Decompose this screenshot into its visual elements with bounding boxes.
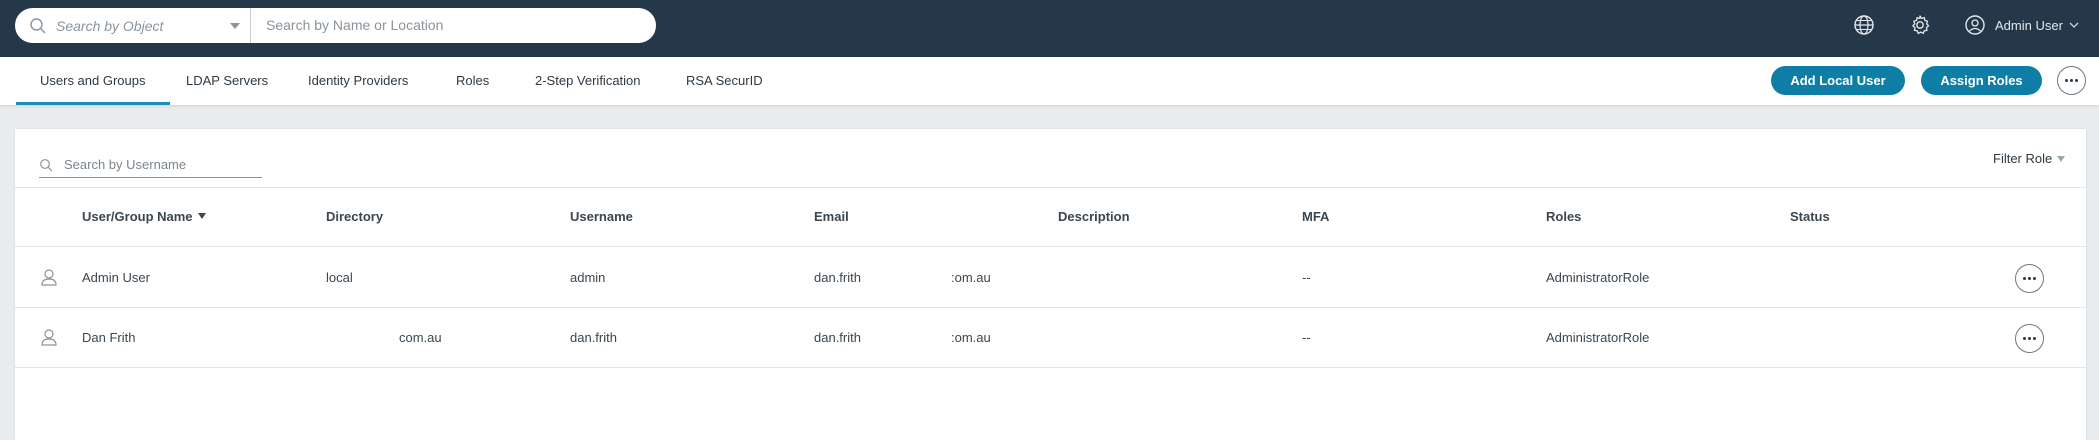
row-email-user: dan.frith: [814, 330, 861, 345]
sort-desc-icon: [197, 213, 206, 219]
column-header-roles[interactable]: Roles: [1546, 209, 1581, 224]
table-row[interactable]: Dan Frith com.au dan.frith dan.frith :om…: [15, 308, 2086, 368]
username-search: [39, 157, 262, 178]
tab-2-step-verification[interactable]: 2-Step Verification: [535, 57, 641, 105]
row-more-button[interactable]: [2015, 264, 2044, 293]
more-actions-button[interactable]: [2057, 66, 2086, 95]
column-header-directory[interactable]: Directory: [326, 209, 383, 224]
search-location-input[interactable]: [266, 16, 656, 33]
user-circle-icon: [1965, 15, 1985, 35]
username-search-input[interactable]: [64, 157, 259, 172]
caret-down-icon: [230, 23, 240, 29]
more-icon-dot: [2028, 277, 2031, 280]
more-icon-dot: [2033, 337, 2036, 340]
more-icon: [2065, 79, 2068, 82]
row-directory: local: [326, 270, 353, 285]
chevron-down-icon: [2069, 22, 2079, 28]
global-search-bar: Search by Object: [15, 8, 656, 43]
search-object-dropdown[interactable]: Search by Object: [15, 8, 251, 43]
search-icon: [40, 159, 53, 172]
more-icon-dot: [2075, 79, 2078, 82]
column-header-description[interactable]: Description: [1058, 209, 1130, 224]
gear-icon[interactable]: [1909, 14, 1931, 36]
row-username: dan.frith: [570, 330, 617, 345]
tab-ldap-servers[interactable]: LDAP Servers: [186, 57, 268, 105]
column-header-status[interactable]: Status: [1790, 209, 1830, 224]
user-icon: [41, 329, 57, 346]
add-local-user-button[interactable]: Add Local User: [1771, 66, 1905, 95]
search-icon: [30, 17, 46, 33]
tab-bar: Users and Groups LDAP Servers Identity P…: [0, 57, 2099, 105]
more-icon-dot: [2028, 337, 2031, 340]
column-header-name-label: User/Group Name: [82, 209, 193, 224]
more-icon-dot: [2070, 79, 2073, 82]
more-icon: [2023, 337, 2026, 340]
table-row[interactable]: Admin User local admin dan.frith :om.au …: [15, 248, 2086, 308]
column-header-email[interactable]: Email: [814, 209, 849, 224]
user-name: Admin User: [1995, 17, 2063, 33]
column-header-username[interactable]: Username: [570, 209, 633, 224]
row-more-button[interactable]: [2015, 324, 2044, 353]
row-directory: com.au: [399, 330, 442, 345]
tab-roles[interactable]: Roles: [456, 57, 489, 105]
filter-role-label: Filter Role: [1993, 151, 2053, 166]
row-name: Admin User: [82, 270, 150, 285]
row-email-user: dan.frith: [814, 270, 861, 285]
table-header: User/Group Name Directory Username Email…: [15, 187, 2086, 247]
column-header-mfa[interactable]: MFA: [1302, 209, 1329, 224]
row-mfa: --: [1302, 330, 1311, 345]
row-roles: AdministratorRole: [1546, 330, 1650, 345]
globe-icon[interactable]: [1853, 14, 1875, 36]
column-header-name[interactable]: User/Group Name: [82, 209, 206, 224]
more-icon-dot: [2033, 277, 2036, 280]
user-menu[interactable]: Admin User: [1964, 14, 2079, 36]
row-username: admin: [570, 270, 606, 285]
row-name: Dan Frith: [82, 330, 136, 345]
user-icon: [41, 269, 57, 286]
filter-role-dropdown[interactable]: Filter Role: [1993, 151, 2066, 166]
assign-roles-button[interactable]: Assign Roles: [1921, 66, 2042, 95]
search-object-placeholder: Search by Object: [56, 17, 164, 34]
tab-users-and-groups[interactable]: Users and Groups: [16, 57, 169, 105]
top-navigation-bar: Search by Object Admin User: [0, 0, 2099, 57]
search-location-wrapper: [251, 16, 656, 35]
users-panel: Filter Role User/Group Name Directory Us…: [15, 129, 2086, 440]
tab-rsa-securid[interactable]: RSA SecurID: [686, 57, 763, 105]
row-email-domain: :om.au: [951, 270, 991, 285]
row-roles: AdministratorRole: [1546, 270, 1650, 285]
filter-icon: [2057, 155, 2066, 162]
tab-identity-providers[interactable]: Identity Providers: [308, 57, 408, 105]
row-email-domain: :om.au: [951, 330, 991, 345]
row-mfa: --: [1302, 270, 1311, 285]
more-icon: [2023, 277, 2026, 280]
